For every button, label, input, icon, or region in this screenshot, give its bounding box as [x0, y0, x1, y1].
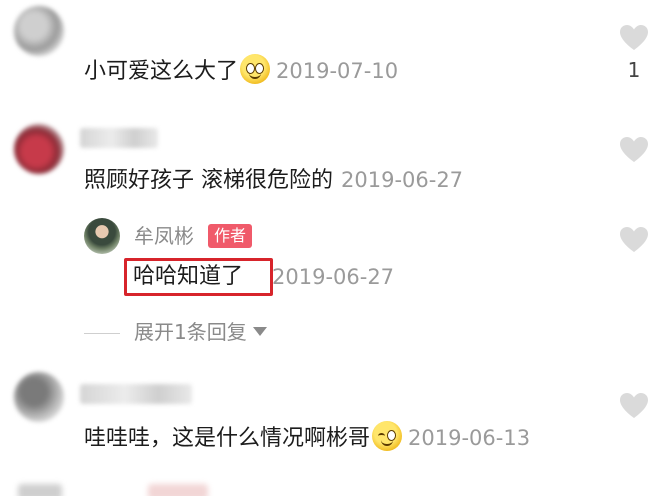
author-badge: 作者 — [208, 224, 253, 248]
expand-replies-button[interactable]: 展开1条回复 — [134, 318, 267, 346]
comment-body: 照顾好孩子 滚梯很危险的 — [84, 168, 333, 193]
next-comment-name-blurred — [148, 484, 208, 496]
like-heart-icon[interactable] — [619, 226, 649, 254]
like-heart-icon[interactable] — [619, 136, 649, 164]
caret-down-icon — [252, 327, 267, 336]
expand-replies-label: 展开1条回复 — [134, 320, 247, 344]
author-avatar[interactable] — [84, 218, 120, 254]
comment-date: 2019-06-13 — [408, 426, 531, 450]
like-count: 1 — [627, 58, 641, 82]
reply-text: 哈哈知道了 — [133, 264, 244, 289]
comment-text: 哇哇哇，这是什么情况啊彬哥 2019-06-13 — [84, 421, 530, 454]
comment-date: 2019-07-10 — [276, 59, 399, 83]
commenter-avatar[interactable] — [14, 6, 64, 56]
smiling-emoji-icon — [240, 54, 271, 84]
comment-text: 照顾好孩子 滚梯很危险的 2019-06-27 — [84, 165, 463, 196]
commenter-avatar[interactable] — [14, 124, 64, 174]
comment-text: 小可爱这么大了 2019-07-10 — [84, 54, 398, 87]
like-heart-icon[interactable] — [619, 392, 649, 420]
commenter-name-blurred — [80, 384, 192, 404]
comment-body: 哇哇哇，这是什么情况啊彬哥 — [84, 426, 371, 451]
commenter-name-blurred — [80, 128, 158, 148]
next-comment-avatar-blurred — [18, 484, 62, 496]
commenter-avatar[interactable] — [14, 372, 64, 422]
comment-body: 小可爱这么大了 — [84, 59, 239, 84]
smirking-emoji-icon — [372, 421, 403, 451]
author-name[interactable]: 牟凤彬 — [134, 222, 194, 250]
expand-divider — [84, 333, 120, 334]
like-heart-icon[interactable] — [619, 24, 649, 52]
reply-date: 2019-06-27 — [272, 265, 395, 289]
comment-date: 2019-06-27 — [341, 168, 464, 192]
